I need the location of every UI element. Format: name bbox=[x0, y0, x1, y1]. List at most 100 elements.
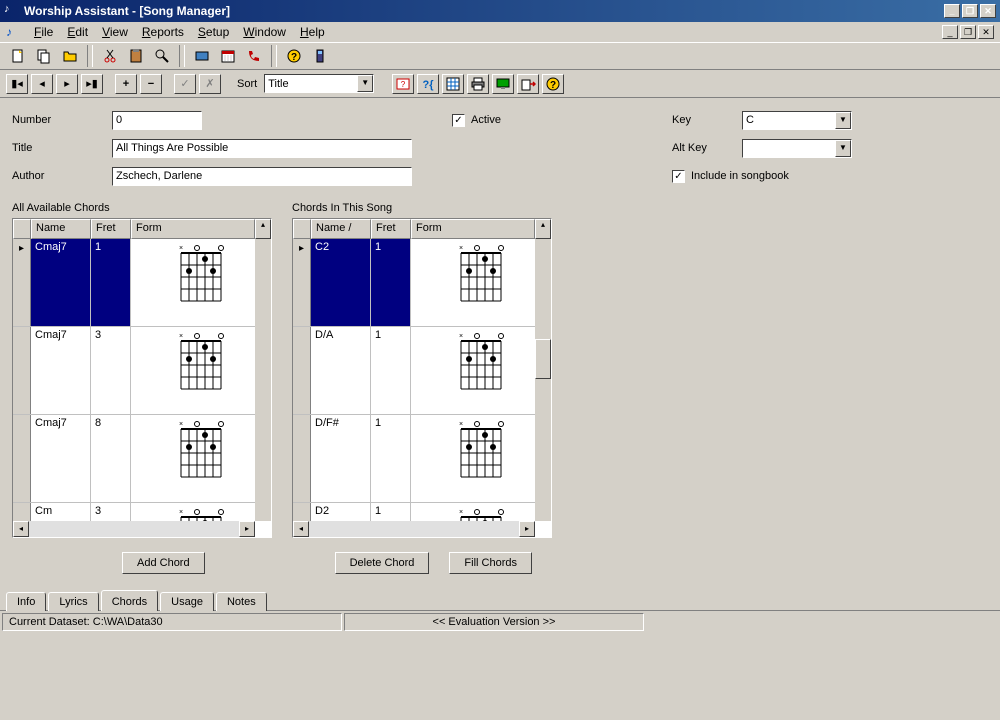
menu-edit[interactable]: Edit bbox=[67, 25, 88, 39]
chord-diagram-icon: × bbox=[173, 331, 229, 395]
help2-icon[interactable]: ? bbox=[542, 74, 564, 94]
tab-notes[interactable]: Notes bbox=[216, 592, 267, 611]
cell-fret: 1 bbox=[91, 239, 131, 326]
available-chords-panel: All Available Chords Name Fret Form ▴ ▸C… bbox=[12, 202, 272, 538]
col-name[interactable]: Name / bbox=[311, 219, 371, 239]
nav-grid-icon[interactable] bbox=[442, 74, 464, 94]
next-button[interactable]: ▸ bbox=[56, 74, 78, 94]
delete-chord-button[interactable]: Delete Chord bbox=[335, 552, 430, 574]
close-button[interactable]: ✕ bbox=[980, 4, 996, 18]
maximize-button[interactable]: ❐ bbox=[962, 4, 978, 18]
first-button[interactable]: ▮◂ bbox=[6, 74, 28, 94]
menu-window[interactable]: Window bbox=[243, 25, 286, 39]
song-chords-panel: Chords In This Song Name / Fret Form ▴ ▸… bbox=[292, 202, 552, 538]
remove-button[interactable]: − bbox=[140, 74, 162, 94]
device-icon[interactable] bbox=[308, 45, 332, 67]
commit-button[interactable]: ✓ bbox=[174, 74, 196, 94]
hscrollbar[interactable]: ◂ ▸ bbox=[293, 521, 535, 537]
tab-info[interactable]: Info bbox=[6, 592, 46, 611]
cell-name: Cmaj7 bbox=[31, 327, 91, 414]
menu-reports[interactable]: Reports bbox=[142, 25, 184, 39]
scroll-left-icon[interactable]: ◂ bbox=[293, 521, 309, 537]
tab-usage[interactable]: Usage bbox=[160, 592, 214, 611]
nav-tool-2[interactable]: ?{ bbox=[417, 74, 439, 94]
scroll-right-icon[interactable]: ▸ bbox=[519, 521, 535, 537]
monitor-icon[interactable] bbox=[492, 74, 514, 94]
prev-button[interactable]: ◂ bbox=[31, 74, 53, 94]
phone-icon[interactable] bbox=[242, 45, 266, 67]
fill-chords-button[interactable]: Fill Chords bbox=[449, 552, 532, 574]
table-row[interactable]: D21× bbox=[293, 503, 551, 521]
nav-tool-1[interactable]: ? bbox=[392, 74, 414, 94]
row-marker: ▸ bbox=[293, 239, 311, 326]
scroll-right-icon[interactable]: ▸ bbox=[239, 521, 255, 537]
table-row[interactable]: Cmaj73× bbox=[13, 327, 271, 415]
active-checkbox[interactable]: ✓ bbox=[452, 114, 465, 127]
last-button[interactable]: ▸▮ bbox=[81, 74, 103, 94]
hscrollbar[interactable]: ◂ ▸ bbox=[13, 521, 255, 537]
chevron-down-icon[interactable]: ▼ bbox=[835, 112, 851, 129]
menu-help[interactable]: Help bbox=[300, 25, 325, 39]
table-row[interactable]: Cmaj78× bbox=[13, 415, 271, 503]
menu-setup[interactable]: Setup bbox=[198, 25, 229, 39]
altkey-combo[interactable]: ▼ bbox=[742, 139, 852, 158]
scroll-up-icon[interactable]: ▴ bbox=[535, 219, 551, 239]
add-button[interactable]: + bbox=[115, 74, 137, 94]
vscrollbar[interactable] bbox=[535, 239, 551, 521]
minimize-button[interactable]: _ bbox=[944, 4, 960, 18]
key-combo[interactable]: C ▼ bbox=[742, 111, 852, 130]
table-row[interactable]: ▸C21× bbox=[293, 239, 551, 327]
scroll-up-icon[interactable]: ▴ bbox=[255, 219, 271, 239]
print-icon[interactable] bbox=[467, 74, 489, 94]
open-icon[interactable] bbox=[58, 45, 82, 67]
altkey-label: Alt Key bbox=[672, 142, 742, 154]
include-checkbox[interactable]: ✓ bbox=[672, 170, 685, 183]
table-row[interactable]: ▸Cmaj71× bbox=[13, 239, 271, 327]
chord-buttons: Add Chord Delete Chord Fill Chords bbox=[0, 538, 1000, 588]
mdi-close-button[interactable]: ✕ bbox=[978, 25, 994, 39]
col-form[interactable]: Form bbox=[131, 219, 255, 239]
copy-icon[interactable] bbox=[32, 45, 56, 67]
cut-icon[interactable] bbox=[98, 45, 122, 67]
tab-chords[interactable]: Chords bbox=[101, 590, 158, 611]
song-grid[interactable]: Name / Fret Form ▴ ▸C21×D/A1×D/F#1×D21× … bbox=[292, 218, 552, 538]
menu-view[interactable]: View bbox=[102, 25, 128, 39]
author-input[interactable] bbox=[112, 167, 412, 186]
paste-icon[interactable] bbox=[124, 45, 148, 67]
mdi-maximize-button[interactable]: ❐ bbox=[960, 25, 976, 39]
mdi-minimize-button[interactable]: _ bbox=[942, 25, 958, 39]
table-row[interactable]: D/A1× bbox=[293, 327, 551, 415]
svg-text:×: × bbox=[459, 421, 463, 428]
chevron-down-icon[interactable]: ▼ bbox=[357, 75, 373, 92]
export-icon[interactable] bbox=[517, 74, 539, 94]
tab-lyrics[interactable]: Lyrics bbox=[48, 592, 98, 611]
chord-diagram-icon: × bbox=[173, 243, 229, 307]
col-form[interactable]: Form bbox=[411, 219, 535, 239]
tool-icon-1[interactable] bbox=[190, 45, 214, 67]
row-marker bbox=[293, 415, 311, 502]
svg-text:?: ? bbox=[550, 80, 556, 91]
sort-combo[interactable]: Title ▼ bbox=[264, 74, 374, 93]
col-name[interactable]: Name bbox=[31, 219, 91, 239]
chord-diagram-icon: × bbox=[453, 243, 509, 307]
table-row[interactable]: D/F#1× bbox=[293, 415, 551, 503]
col-fret[interactable]: Fret bbox=[91, 219, 131, 239]
title-input[interactable] bbox=[112, 139, 412, 158]
help-icon[interactable]: ? bbox=[282, 45, 306, 67]
svg-text:?: ? bbox=[291, 52, 297, 63]
search-icon[interactable] bbox=[150, 45, 174, 67]
cancel-button[interactable]: ✗ bbox=[199, 74, 221, 94]
available-grid[interactable]: Name Fret Form ▴ ▸Cmaj71×Cmaj73×Cmaj78×C… bbox=[12, 218, 272, 538]
number-input[interactable] bbox=[112, 111, 202, 130]
status-dataset: Current Dataset: C:\WA\Data30 bbox=[2, 613, 342, 631]
menu-file[interactable]: File bbox=[34, 25, 53, 39]
new-icon[interactable] bbox=[6, 45, 30, 67]
table-row[interactable]: Cm3× bbox=[13, 503, 271, 521]
chevron-down-icon[interactable]: ▼ bbox=[835, 140, 851, 157]
key-label: Key bbox=[672, 114, 742, 126]
calendar-icon[interactable] bbox=[216, 45, 240, 67]
scroll-left-icon[interactable]: ◂ bbox=[13, 521, 29, 537]
col-fret[interactable]: Fret bbox=[371, 219, 411, 239]
vscrollbar[interactable] bbox=[255, 239, 271, 521]
add-chord-button[interactable]: Add Chord bbox=[122, 552, 205, 574]
